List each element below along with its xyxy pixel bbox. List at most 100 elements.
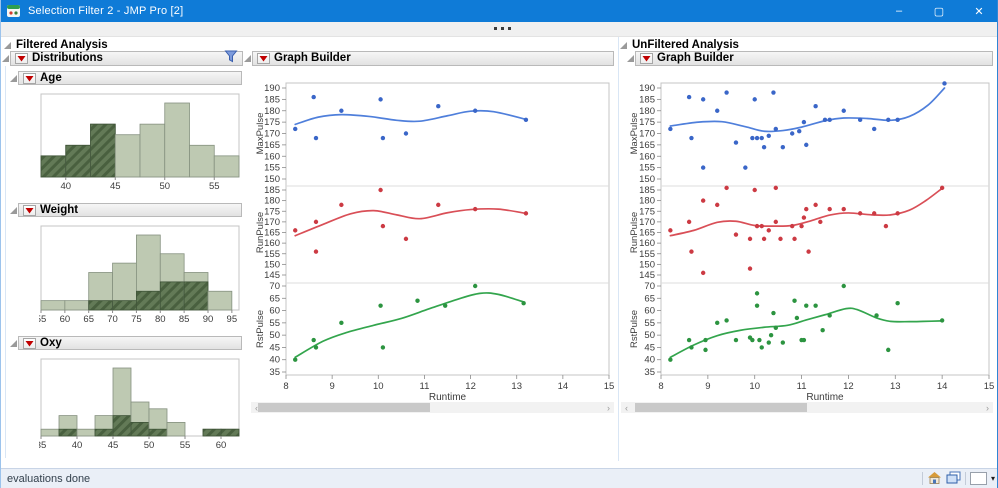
- histogram-bar[interactable]: [207, 290, 233, 311]
- data-point[interactable]: [766, 340, 771, 345]
- data-point[interactable]: [768, 332, 774, 338]
- data-point[interactable]: [792, 236, 797, 242]
- weight-histogram-plot[interactable]: 55 60 65 70 75 80 85 90 95: [39, 222, 243, 328]
- data-point[interactable]: [757, 337, 762, 343]
- data-point[interactable]: [771, 90, 776, 95]
- data-point[interactable]: [472, 206, 478, 212]
- data-point[interactable]: [841, 206, 846, 212]
- data-point[interactable]: [759, 223, 764, 229]
- data-point[interactable]: [380, 345, 386, 350]
- status-dropdown-caret[interactable]: ▾: [991, 474, 995, 483]
- histogram-bar[interactable]: [139, 123, 166, 178]
- data-point[interactable]: [293, 126, 298, 132]
- disclosure-triangle-icon[interactable]: [620, 41, 627, 49]
- data-point[interactable]: [794, 315, 800, 321]
- weight-header[interactable]: Weight: [18, 203, 242, 217]
- histogram-bar-selected[interactable]: [65, 144, 91, 178]
- data-point[interactable]: [724, 318, 729, 323]
- data-point[interactable]: [790, 223, 795, 229]
- data-point[interactable]: [759, 345, 764, 350]
- data-point[interactable]: [668, 357, 673, 362]
- data-point[interactable]: [857, 117, 863, 123]
- data-point[interactable]: [378, 97, 383, 102]
- data-point[interactable]: [403, 236, 409, 242]
- data-point[interactable]: [686, 219, 692, 225]
- data-point[interactable]: [700, 270, 706, 276]
- data-point[interactable]: [523, 211, 529, 216]
- histogram-bar[interactable]: [40, 300, 66, 311]
- data-point[interactable]: [293, 228, 298, 233]
- disclosure-triangle-icon[interactable]: [4, 41, 11, 49]
- data-point[interactable]: [442, 303, 448, 308]
- arrange-windows-icon[interactable]: [946, 471, 961, 487]
- disclosure-triangle-icon[interactable]: [244, 55, 251, 62]
- data-point[interactable]: [733, 140, 739, 145]
- data-point[interactable]: [773, 325, 778, 330]
- data-point[interactable]: [801, 119, 807, 125]
- data-point[interactable]: [886, 117, 891, 123]
- data-point[interactable]: [773, 185, 778, 191]
- disclosure-triangle-icon[interactable]: [627, 55, 634, 62]
- data-point[interactable]: [761, 144, 767, 150]
- histogram-bar[interactable]: [189, 144, 215, 178]
- data-point[interactable]: [378, 303, 383, 308]
- data-point[interactable]: [700, 165, 706, 170]
- data-point[interactable]: [939, 318, 945, 323]
- red-triangle-menu-icon[interactable]: [23, 337, 36, 349]
- data-point[interactable]: [801, 337, 807, 343]
- data-point[interactable]: [895, 211, 900, 216]
- minimize-button[interactable]: –: [879, 0, 919, 22]
- histogram-bar-selected[interactable]: [88, 300, 113, 311]
- data-point[interactable]: [668, 126, 673, 132]
- data-point[interactable]: [872, 126, 877, 132]
- histogram-bar-selected[interactable]: [220, 428, 240, 437]
- data-point[interactable]: [766, 133, 771, 138]
- data-point[interactable]: [801, 215, 807, 220]
- data-point[interactable]: [761, 236, 767, 242]
- scroll-right-arrow[interactable]: ›: [603, 402, 614, 413]
- histogram-bar-selected[interactable]: [112, 300, 137, 311]
- data-point[interactable]: [339, 320, 344, 326]
- horizontal-scrollbar[interactable]: ‹ ›: [251, 402, 614, 413]
- data-point[interactable]: [436, 202, 441, 208]
- close-button[interactable]: ✕: [959, 0, 997, 22]
- data-point[interactable]: [703, 337, 708, 343]
- data-point[interactable]: [792, 298, 797, 303]
- histogram-bar[interactable]: [213, 155, 240, 178]
- data-point[interactable]: [857, 211, 863, 216]
- oxy-histogram-plot[interactable]: 35 40 45 50 55 60: [39, 355, 243, 455]
- data-point[interactable]: [874, 313, 879, 318]
- status-option-button[interactable]: [969, 472, 987, 485]
- histogram-bar-selected[interactable]: [202, 428, 222, 437]
- data-point[interactable]: [380, 135, 386, 141]
- data-point[interactable]: [313, 345, 319, 350]
- data-point[interactable]: [472, 108, 478, 113]
- data-point[interactable]: [743, 165, 748, 170]
- data-point[interactable]: [754, 303, 760, 308]
- data-point[interactable]: [841, 108, 846, 113]
- red-triangle-menu-icon[interactable]: [257, 53, 270, 64]
- data-point[interactable]: [472, 283, 478, 289]
- data-point[interactable]: [886, 347, 891, 353]
- data-point[interactable]: [883, 223, 889, 229]
- data-point[interactable]: [822, 117, 828, 123]
- scroll-left-arrow[interactable]: ‹: [621, 402, 632, 413]
- data-point[interactable]: [293, 357, 298, 362]
- data-point[interactable]: [313, 219, 319, 225]
- histogram-bar[interactable]: [114, 134, 141, 178]
- data-point[interactable]: [313, 249, 319, 254]
- filtered-graph-builder-plot[interactable]: 190185180175170165160155150MaxPulse18518…: [251, 78, 615, 400]
- data-point[interactable]: [733, 232, 739, 237]
- data-point[interactable]: [818, 219, 823, 225]
- data-point[interactable]: [724, 90, 729, 95]
- data-point[interactable]: [813, 202, 818, 208]
- data-point[interactable]: [804, 142, 809, 148]
- data-point[interactable]: [752, 187, 757, 193]
- age-histogram-plot[interactable]: 40 45 50 55: [39, 90, 243, 194]
- horizontal-scrollbar[interactable]: ‹ ›: [621, 402, 993, 413]
- data-point[interactable]: [827, 313, 832, 318]
- histogram-bar[interactable]: [76, 428, 96, 437]
- data-point[interactable]: [700, 198, 706, 203]
- histogram-bar-selected[interactable]: [112, 415, 132, 437]
- unfiltered-analysis-outline[interactable]: UnFiltered Analysis: [620, 39, 739, 51]
